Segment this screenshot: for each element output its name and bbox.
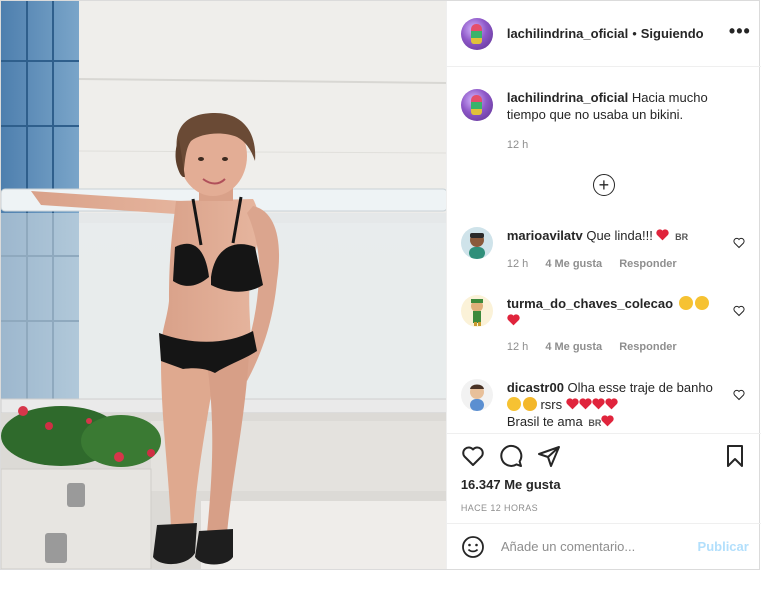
reply-button[interactable]: Responder [619,341,676,353]
caption-time: 12 h [506,139,529,151]
caption: lachilindrina_oficial Hacia mucho tiempo… [460,89,751,154]
red-heart-icon [656,229,670,241]
comment-item: dicastr00 Olha esse traje de banho rsrs … [460,379,751,432]
brazil-flag-icon: BR [675,232,689,242]
comments-list[interactable]: lachilindrina_oficial Hacia mucho tiempo… [447,67,761,433]
red-heart-icon [579,398,592,410]
comment-username[interactable]: turma_do_chaves_colecao [507,296,673,311]
grinning-face-icon [522,397,537,411]
comment-time: 12 h [506,341,529,353]
comment-bubble-icon[interactable] [499,444,523,468]
likes-count[interactable]: 16.347 Me gusta [461,477,561,492]
comment-likes[interactable]: 4 Me gusta [545,341,602,353]
publish-button[interactable]: Publicar [698,539,749,554]
comment-username[interactable]: marioavilatv [507,228,583,243]
comment-avatar[interactable] [460,227,493,259]
brazil-flag-icon: BR [588,418,602,428]
add-comment-bar: Publicar [446,523,761,569]
caption-meta: 12 h [507,137,721,154]
comment-like-icon[interactable] [733,305,745,317]
heart-outline-icon[interactable] [461,444,485,468]
comment-avatar[interactable] [460,295,493,327]
reply-button[interactable]: Responder [619,258,676,270]
comment-like-icon[interactable] [733,237,745,249]
smiling-face-icon [506,397,521,411]
following-button[interactable]: Siguiendo [641,26,704,41]
comment-meta: 12 h 4 Me gusta Responder [507,256,721,273]
load-more-comments-button[interactable]: + [592,174,615,196]
caption-body: lachilindrina_oficial Hacia mucho tiempo… [507,89,721,154]
comment-text: Que linda!!! [586,228,653,243]
comment-body: marioavilatv Que linda!!! BR 12 h 4 Me g… [507,227,721,273]
comment-like-icon[interactable] [733,389,745,401]
red-heart-icon [507,314,520,326]
comment-avatar[interactable] [460,379,493,411]
comment-body: turma_do_chaves_colecao 12 h 4 Me gusta … [507,295,721,356]
post-side-panel: lachilindrina_oficial • Siguiendo ••• la… [445,1,761,569]
comment-text-mid: rsrs [540,397,563,412]
paper-plane-icon[interactable] [537,444,561,468]
author-avatar[interactable] [460,17,493,50]
comment-text-end: Brasil te ama [506,414,583,429]
red-heart-icon [566,398,579,410]
more-horizontal-icon[interactable]: ••• [729,21,751,42]
smiley-icon[interactable] [461,535,485,559]
comment-meta: 12 h 4 Me gusta Responder [507,339,721,356]
comment-time: 12 h [506,258,529,270]
comment-item: turma_do_chaves_colecao 12 h 4 Me gusta … [460,295,751,356]
caption-avatar[interactable] [460,89,493,121]
clapping-hands-icon [678,296,693,310]
bookmark-icon[interactable] [723,444,747,468]
comment-username[interactable]: dicastr00 [507,380,564,395]
red-heart-icon [605,398,618,410]
post-photo[interactable] [1,1,446,569]
comment-text: Olha esse traje de banho [567,380,713,395]
clapping-hands-icon [694,296,709,310]
separator-dot: • [632,26,637,41]
comment-body: dicastr00 Olha esse traje de banho rsrs … [506,379,721,432]
red-heart-icon [592,398,605,410]
instagram-post: lachilindrina_oficial • Siguiendo ••• la… [0,0,761,570]
comment-likes[interactable]: 4 Me gusta [545,258,602,270]
comment-item: marioavilatv Que linda!!! BR 12 h 4 Me g… [460,227,751,273]
caption-username[interactable]: lachilindrina_oficial [507,90,628,105]
comment-input[interactable] [498,538,683,555]
post-timestamp[interactable]: HACE 12 HORAS [461,503,538,513]
post-image [1,1,446,569]
heart-with-ribbon-icon [601,415,615,427]
post-header: lachilindrina_oficial • Siguiendo ••• [446,1,761,67]
author-username[interactable]: lachilindrina_oficial [507,26,628,41]
